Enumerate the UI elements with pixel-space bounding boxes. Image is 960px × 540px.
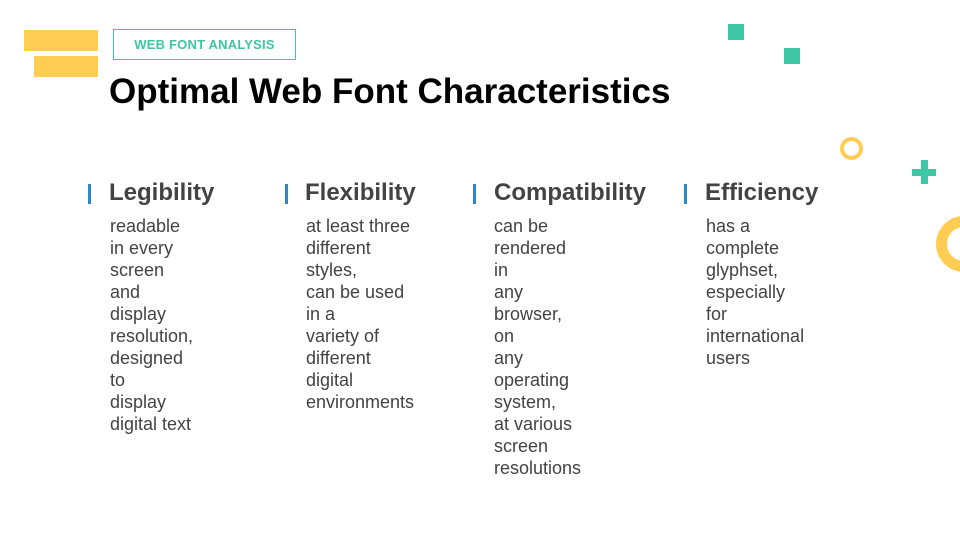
column-heading: Efficiency bbox=[705, 179, 819, 206]
decor-teal-square-2 bbox=[784, 48, 800, 64]
column-accent-bar bbox=[684, 184, 687, 204]
column-heading: Flexibility bbox=[305, 179, 416, 206]
decor-yellow-ring-large bbox=[936, 216, 960, 272]
column-body: at least three different styles, can be … bbox=[306, 216, 415, 412]
column-accent-bar bbox=[473, 184, 476, 204]
section-tag: WEB FONT ANALYSIS bbox=[113, 29, 296, 60]
column-body: can be rendered in any browser, on any o… bbox=[494, 216, 582, 478]
decor-yellow-bar-bottom bbox=[34, 56, 98, 77]
decor-yellow-bar-top bbox=[24, 30, 98, 51]
column-body: has a complete glyphset, especially for … bbox=[706, 216, 805, 368]
decor-teal-square-1 bbox=[728, 24, 744, 40]
decor-teal-plus-icon-vertical bbox=[921, 160, 928, 184]
column-accent-bar bbox=[88, 184, 91, 204]
column-accent-bar bbox=[285, 184, 288, 204]
column-body: readable in every screen and display res… bbox=[110, 216, 194, 434]
column-heading: Compatibility bbox=[494, 179, 647, 206]
decor-yellow-ring-small bbox=[840, 137, 863, 160]
slide-title: Optimal Web Font Characteristics bbox=[109, 72, 671, 111]
column-heading: Legibility bbox=[109, 179, 215, 206]
